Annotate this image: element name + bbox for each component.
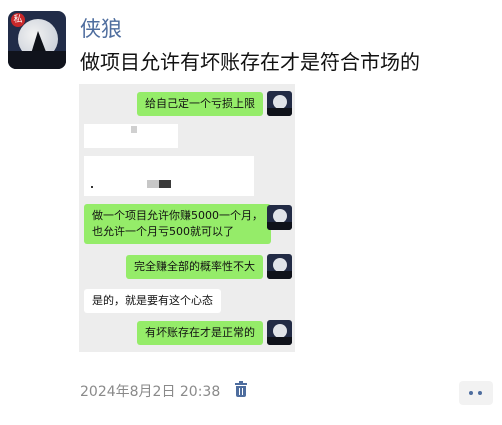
seal-badge: 私 bbox=[11, 13, 25, 27]
sender-avatar bbox=[267, 254, 292, 279]
redaction-pixel bbox=[131, 126, 137, 133]
chat-bubble-right: 给自己定一个亏损上限 bbox=[137, 92, 263, 116]
sender-avatar bbox=[267, 320, 292, 345]
post-avatar[interactable]: 私 bbox=[8, 11, 66, 69]
chat-screenshot[interactable]: 给自己定一个亏损上限 做一个项目允许你赚5000一个月， 也允许一个月亏500就… bbox=[79, 84, 295, 352]
trash-lid bbox=[235, 383, 247, 385]
chat-bubble-right: 有坏账存在才是正常的 bbox=[137, 321, 263, 345]
sender-avatar bbox=[267, 91, 292, 116]
more-dots-icon bbox=[469, 391, 473, 395]
chat-bubble-line: 做一个项目允许你赚5000一个月， bbox=[92, 209, 263, 222]
post-timestamp: 2024年8月2日 20:38 bbox=[80, 384, 221, 400]
more-dots-icon bbox=[478, 391, 482, 395]
chat-bubble-line: 也允许一个月亏500就可以了 bbox=[92, 225, 234, 238]
trash-icon[interactable] bbox=[235, 381, 247, 397]
chat-bubble-right: 做一个项目允许你赚5000一个月， 也允许一个月亏500就可以了 bbox=[84, 204, 271, 244]
chat-bubble-right: 完全赚全部的概率性不大 bbox=[126, 255, 263, 279]
redaction-pixel bbox=[147, 180, 159, 188]
more-button[interactable] bbox=[459, 381, 493, 405]
chat-bubble-left: 是的，就是要有这个心态 bbox=[84, 289, 221, 313]
redaction-pixel bbox=[159, 180, 171, 188]
redacted-message bbox=[84, 156, 254, 196]
trash-can bbox=[236, 386, 246, 397]
redaction-pixel bbox=[91, 186, 93, 188]
post-text: 做项目允许有坏账存在才是符合市场的 bbox=[80, 50, 420, 74]
username[interactable]: 侠狼 bbox=[80, 13, 122, 43]
hill-shape bbox=[8, 51, 66, 69]
sender-avatar bbox=[267, 205, 292, 230]
